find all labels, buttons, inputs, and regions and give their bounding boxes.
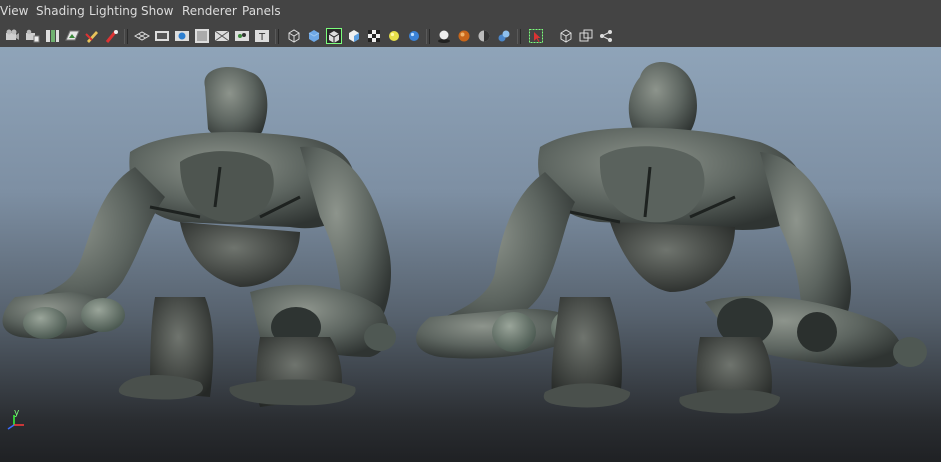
camera-attributes-icon[interactable] [24, 28, 40, 44]
axis-y-label: y [14, 408, 20, 418]
toolbar-separator [517, 29, 521, 44]
menu-panels[interactable]: Panels [242, 4, 281, 18]
anti-aliasing-icon[interactable] [476, 28, 492, 44]
menu-view[interactable]: View [0, 4, 28, 18]
grid-icon[interactable] [133, 28, 151, 44]
2d-pan-zoom-icon[interactable] [104, 28, 120, 44]
wireframe-on-shaded-icon[interactable] [326, 28, 342, 44]
xray-active-icon[interactable] [598, 28, 614, 44]
toolbar-separator [124, 29, 128, 44]
smooth-shade-icon[interactable] [306, 28, 322, 44]
resolution-gate-icon[interactable] [174, 28, 190, 44]
golem-model-left[interactable] [2, 67, 397, 407]
svg-text:T: T [258, 32, 266, 43]
isolate-select-icon[interactable] [528, 28, 544, 44]
xray-joints-icon[interactable] [578, 28, 594, 44]
select-camera-icon[interactable] [4, 28, 20, 44]
depth-of-field-icon[interactable] [496, 28, 512, 44]
grease-pencil-icon[interactable] [84, 28, 100, 44]
viewport-scene [2, 61, 927, 414]
field-chart-icon[interactable] [214, 28, 230, 44]
toolbar-separator [426, 29, 430, 44]
gate-mask-icon[interactable] [194, 28, 210, 44]
shadows-icon[interactable] [436, 28, 452, 44]
flat-shade-icon[interactable] [346, 28, 362, 44]
film-gate-icon[interactable] [154, 28, 170, 44]
menu-show[interactable]: Show [141, 4, 173, 18]
panel-toolbar: T [0, 26, 941, 48]
menu-shading[interactable]: Shading [36, 4, 85, 18]
all-lights-icon[interactable] [406, 28, 422, 44]
ambient-occlusion-icon[interactable] [456, 28, 472, 44]
default-light-icon[interactable] [386, 28, 402, 44]
menu-renderer[interactable]: Renderer [182, 4, 237, 18]
wireframe-icon[interactable] [286, 28, 302, 44]
safe-action-icon[interactable] [234, 28, 250, 44]
toolbar-separator [275, 29, 279, 44]
image-plane-icon[interactable] [64, 28, 80, 44]
golem-model-right[interactable] [416, 61, 927, 414]
panel-menubar: View Shading Lighting Show Renderer Pane… [0, 0, 941, 27]
menu-lighting[interactable]: Lighting [89, 4, 138, 18]
bookmarks-icon[interactable] [44, 28, 60, 44]
textured-icon[interactable] [366, 28, 382, 44]
xray-icon[interactable] [558, 28, 574, 44]
3d-viewport[interactable]: y [0, 47, 941, 462]
safe-title-icon[interactable]: T [254, 28, 270, 44]
